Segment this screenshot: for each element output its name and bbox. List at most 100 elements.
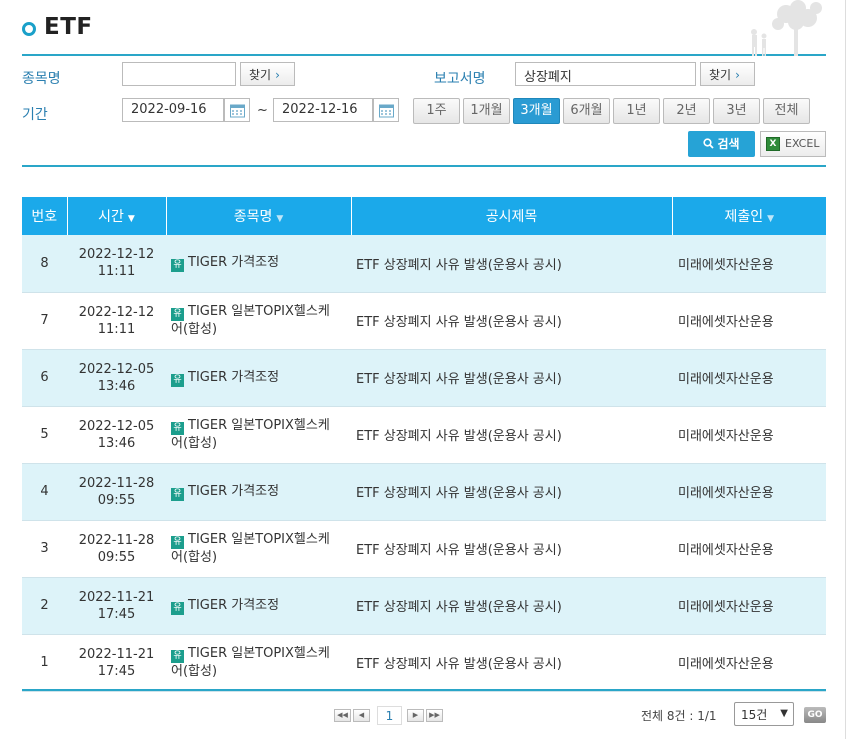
row-time: 2022-12-12 11:11 bbox=[67, 292, 166, 350]
row-title[interactable]: ETF 상장폐지 사유 발생(운용사 공시) bbox=[351, 349, 672, 407]
chevron-down-icon: ▼ bbox=[780, 708, 788, 719]
header-label: 번호 bbox=[31, 209, 58, 225]
stock-name[interactable]: TIGER 가격조정 bbox=[188, 598, 279, 613]
start-date-input[interactable]: 2022-09-16 bbox=[122, 98, 224, 122]
page-number-current[interactable]: 1 bbox=[377, 706, 402, 725]
page-title: ETF bbox=[44, 14, 93, 40]
row-number: 4 bbox=[22, 463, 67, 521]
period-3year-button[interactable]: 3년 bbox=[713, 98, 760, 124]
row-stock[interactable]: 유 TIGER 가격조정 bbox=[166, 235, 351, 293]
stock-name-cont[interactable]: 어(합성) bbox=[171, 664, 217, 679]
row-time: 2022-12-05 13:46 bbox=[67, 406, 166, 464]
column-header-submitter[interactable]: 제출인 ▼ bbox=[672, 197, 826, 235]
stock-name-cont[interactable]: 어(합성) bbox=[171, 436, 217, 451]
row-title[interactable]: ETF 상장폐지 사유 발생(운용사 공시) bbox=[351, 634, 672, 692]
period-1week-button[interactable]: 1주 bbox=[413, 98, 460, 124]
period-all-button[interactable]: 전체 bbox=[763, 98, 810, 124]
row-submitter: 미래에셋자산운용 bbox=[672, 406, 826, 464]
row-title[interactable]: ETF 상장폐지 사유 발생(운용사 공시) bbox=[351, 406, 672, 464]
period-6month-button[interactable]: 6개월 bbox=[563, 98, 610, 124]
report-name-label: 보고서명 bbox=[434, 71, 486, 87]
excel-download-button[interactable]: X EXCEL bbox=[760, 131, 826, 157]
row-stock[interactable]: 유 TIGER 일본TOPIX헬스케어(합성) bbox=[166, 406, 351, 464]
start-calendar-icon[interactable] bbox=[224, 98, 250, 122]
stock-name[interactable]: TIGER 일본TOPIX헬스케 bbox=[188, 418, 330, 433]
row-stock[interactable]: 유 TIGER 가격조정 bbox=[166, 463, 351, 521]
period-2year-button[interactable]: 2년 bbox=[663, 98, 710, 124]
excel-icon: X bbox=[766, 137, 780, 151]
fund-badge-icon: 유 bbox=[171, 650, 184, 663]
row-title[interactable]: ETF 상장폐지 사유 발생(운용사 공시) bbox=[351, 235, 672, 293]
fund-badge-icon: 유 bbox=[171, 373, 184, 387]
report-find-label: 찾기 bbox=[709, 68, 732, 82]
table-bottom-divider bbox=[22, 689, 826, 691]
row-clock: 09:55 bbox=[97, 549, 136, 565]
row-date: 2022-11-28 bbox=[78, 532, 155, 548]
row-submitter: 미래에셋자산운용 bbox=[672, 292, 826, 350]
stock-name[interactable]: TIGER 일본TOPIX헬스케 bbox=[188, 304, 330, 319]
row-stock[interactable]: 유 TIGER 가격조정 bbox=[166, 577, 351, 635]
stock-name-cont[interactable]: 어(합성) bbox=[171, 322, 217, 337]
row-time: 2022-11-21 17:45 bbox=[67, 577, 166, 635]
fund-badge-icon: 유 bbox=[171, 422, 184, 435]
next-page-icon[interactable]: ▶ bbox=[407, 709, 424, 722]
end-calendar-icon[interactable] bbox=[373, 98, 399, 122]
row-number: 5 bbox=[22, 406, 67, 464]
divider bbox=[22, 165, 826, 167]
column-header-time[interactable]: 시간 ▼ bbox=[67, 197, 167, 235]
report-name-input[interactable]: 상장폐지 bbox=[515, 62, 696, 86]
row-submitter: 미래에셋자산운용 bbox=[672, 520, 826, 578]
table-row: 6 2022-12-05 13:46 유 TIGER 가격조정 ETF 상장폐지 사… bbox=[22, 349, 826, 407]
page-size-select[interactable]: 15건 ▼ bbox=[734, 702, 794, 726]
table-row: 5 2022-12-05 13:46 유 TIGER 일본TOPIX헬스케어(합성)… bbox=[22, 406, 826, 464]
row-date: 2022-12-12 bbox=[78, 247, 155, 263]
period-1year-button[interactable]: 1년 bbox=[613, 98, 660, 124]
stock-name[interactable]: TIGER 일본TOPIX헬스케 bbox=[188, 532, 330, 547]
row-clock: 11:11 bbox=[97, 321, 136, 337]
row-title[interactable]: ETF 상장폐지 사유 발생(운용사 공시) bbox=[351, 520, 672, 578]
title-circle-icon bbox=[22, 22, 36, 36]
stock-name[interactable]: TIGER 일본TOPIX헬스케 bbox=[188, 646, 330, 661]
row-stock[interactable]: 유 TIGER 일본TOPIX헬스케 어(합성) bbox=[166, 292, 351, 350]
stock-find-button[interactable]: 찾기 › bbox=[240, 62, 295, 86]
row-stock[interactable]: 유 TIGER 일본TOPIX헬스케 어(합성) bbox=[166, 520, 351, 578]
row-clock: 11:11 bbox=[97, 264, 136, 280]
prev-page-icon[interactable]: ◀ bbox=[353, 709, 370, 722]
first-page-icon[interactable]: ◀◀ bbox=[334, 709, 351, 722]
row-date: 2022-11-21 bbox=[78, 646, 155, 662]
row-number: 1 bbox=[22, 634, 67, 692]
row-submitter: 미래에셋자산운용 bbox=[672, 577, 826, 635]
column-header-stock[interactable]: 종목명 ▼ bbox=[166, 197, 352, 235]
period-1month-button[interactable]: 1개월 bbox=[463, 98, 510, 124]
table-row: 8 2022-12-12 11:11 유 TIGER 가격조정 ETF 상장폐지 사… bbox=[22, 235, 826, 293]
stock-name[interactable]: TIGER 가격조정 bbox=[188, 370, 279, 385]
search-button[interactable]: 검색 bbox=[688, 131, 755, 157]
period-3month-button[interactable]: 3개월 bbox=[513, 98, 560, 124]
header-label: 종목명 bbox=[233, 209, 273, 225]
stock-name[interactable]: TIGER 가격조정 bbox=[188, 255, 279, 270]
row-stock[interactable]: 유 TIGER 가격조정 bbox=[166, 349, 351, 407]
row-time: 2022-12-05 13:46 bbox=[67, 349, 166, 407]
row-time: 2022-12-12 11:11 bbox=[67, 235, 166, 293]
row-title[interactable]: ETF 상장폐지 사유 발생(운용사 공시) bbox=[351, 292, 672, 350]
excel-button-label: EXCEL bbox=[785, 137, 820, 150]
stock-name[interactable]: TIGER 가격조정 bbox=[188, 484, 279, 499]
table-row: 4 2022-11-28 09:55 유 TIGER 가격조정 ETF 상장폐지 사… bbox=[22, 463, 826, 521]
report-find-button[interactable]: 찾기 › bbox=[700, 62, 755, 86]
stock-name-input[interactable] bbox=[122, 62, 236, 86]
column-header-number: 번호 bbox=[22, 197, 68, 235]
sort-down-icon: ▼ bbox=[127, 214, 135, 224]
header-label: 공시제목 bbox=[485, 209, 538, 225]
row-title[interactable]: ETF 상장폐지 사유 발생(운용사 공시) bbox=[351, 577, 672, 635]
page-size-value: 15건 bbox=[741, 708, 768, 722]
row-stock[interactable]: 유 TIGER 일본TOPIX헬스케어(합성) bbox=[166, 634, 351, 692]
row-date: 2022-11-21 bbox=[78, 589, 155, 605]
row-number: 7 bbox=[22, 292, 67, 350]
end-date-input[interactable]: 2022-12-16 bbox=[273, 98, 373, 122]
go-button[interactable]: GO bbox=[804, 707, 826, 723]
row-title[interactable]: ETF 상장폐지 사유 발생(운용사 공시) bbox=[351, 463, 672, 521]
stock-name-cont[interactable]: 어(합성) bbox=[171, 550, 217, 565]
row-clock: 13:46 bbox=[97, 378, 136, 394]
row-number: 2 bbox=[22, 577, 67, 635]
last-page-icon[interactable]: ▶▶ bbox=[426, 709, 443, 722]
